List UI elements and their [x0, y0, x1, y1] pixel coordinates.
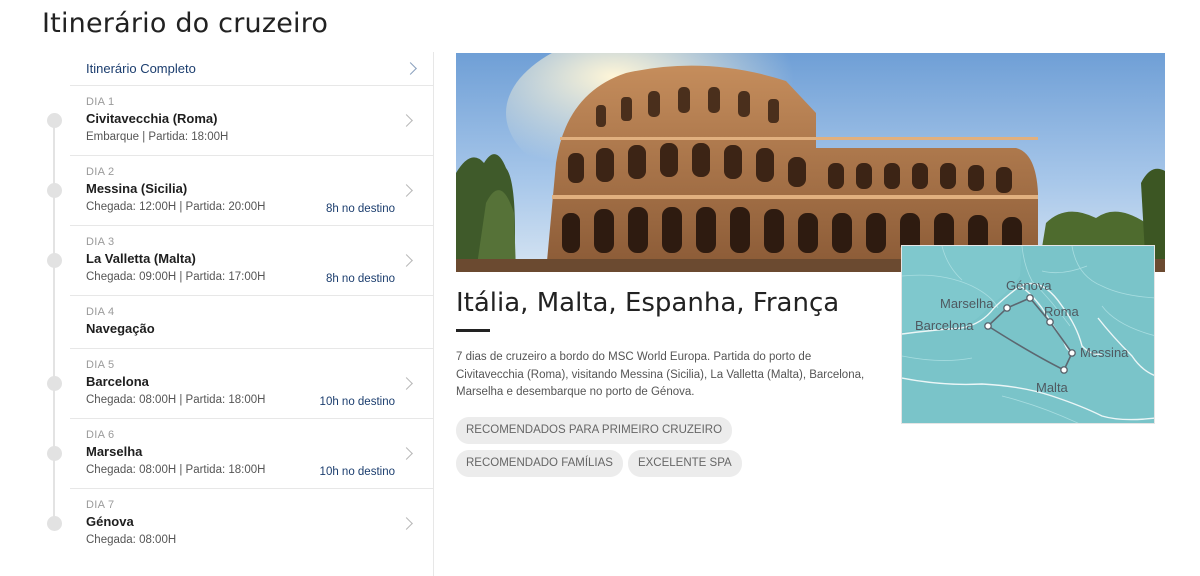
day-port: Navegação [86, 321, 155, 336]
day-number: DIA 5 [86, 359, 115, 371]
time-in-destination: 10h no destino [319, 466, 395, 478]
page-title: Itinerário do cruzeiro [42, 8, 329, 39]
timeline-dot [47, 376, 62, 391]
full-itinerary-label: Itinerário Completo [86, 61, 196, 76]
timeline-line [53, 122, 55, 522]
hero-image-colosseum [456, 53, 1165, 272]
map-label-roma: Roma [1044, 304, 1079, 319]
tag-list: RECOMENDADOS PARA PRIMEIRO CRUZEIRO RECO… [456, 417, 896, 483]
day-times: Embarque | Partida: 18:00H [86, 131, 229, 143]
map-label-messina: Messina [1080, 345, 1129, 360]
day-port: Civitavecchia (Roma) [86, 111, 218, 126]
day-number: DIA 7 [86, 499, 115, 511]
time-in-destination: 8h no destino [325, 273, 395, 285]
map-label-genova: Génova [1006, 278, 1052, 293]
day-number: DIA 6 [86, 429, 115, 441]
day-row-5[interactable]: DIA 5 Barcelona Chegada: 08:00H | Partid… [47, 349, 433, 419]
day-port: Génova [86, 514, 134, 529]
map-label-marselha: Marselha [940, 296, 994, 311]
day-row-4: DIA 4 Navegação [70, 296, 433, 349]
full-itinerary-link[interactable]: Itinerário Completo [70, 52, 433, 86]
tag-first-cruise: RECOMENDADOS PARA PRIMEIRO CRUZEIRO [456, 417, 733, 444]
route-map: Génova Marselha Roma Barcelona Messina M… [901, 245, 1155, 424]
day-row-6[interactable]: DIA 6 Marselha Chegada: 08:00H | Partida… [47, 419, 433, 489]
tag-spa: EXCELENTE SPA [627, 450, 742, 477]
day-number: DIA 3 [86, 236, 115, 248]
timeline-dot [47, 113, 62, 128]
day-row-3[interactable]: DIA 3 La Valletta (Malta) Chegada: 09:00… [47, 226, 433, 296]
day-row-2[interactable]: DIA 2 Messina (Sicilia) Chegada: 12:00H … [47, 156, 433, 226]
title-underline [456, 329, 490, 332]
day-number: DIA 2 [86, 166, 115, 178]
day-port: La Valletta (Malta) [86, 251, 196, 266]
timeline-dot [47, 253, 62, 268]
timeline-dot [47, 446, 62, 461]
time-in-destination: 8h no destino [325, 203, 395, 215]
day-number: DIA 1 [86, 96, 115, 108]
time-in-destination: 10h no destino [319, 396, 395, 408]
day-port: Barcelona [86, 374, 149, 389]
timeline-dot [47, 183, 62, 198]
day-times: Chegada: 08:00H [86, 534, 177, 546]
destination-description: 7 dias de cruzeiro a bordo do MSC World … [456, 351, 865, 398]
map-label-malta: Malta [1036, 380, 1069, 395]
destination-title: Itália, Malta, Espanha, França [456, 288, 840, 318]
chevron-right-icon [404, 62, 417, 75]
map-label-barcelona: Barcelona [915, 318, 974, 333]
day-list: Itinerário Completo DIA 1 Civitavecchia … [47, 52, 434, 576]
day-number: DIA 4 [86, 306, 115, 318]
day-port: Marselha [86, 444, 143, 459]
day-port: Messina (Sicilia) [86, 181, 188, 196]
timeline-dot [47, 516, 62, 531]
day-row-1[interactable]: DIA 1 Civitavecchia (Roma) Embarque | Pa… [47, 86, 433, 156]
tag-families: RECOMENDADO FAMÍLIAS [456, 450, 623, 477]
day-row-7[interactable]: DIA 7 Génova Chegada: 08:00H [47, 489, 433, 549]
itinerary-list: Itinerário Completo DIA 1 Civitavecchia … [40, 52, 434, 576]
